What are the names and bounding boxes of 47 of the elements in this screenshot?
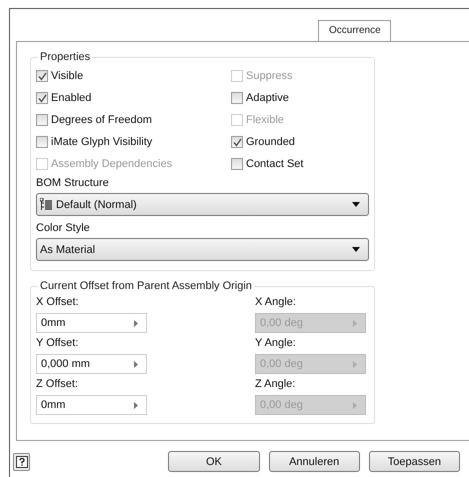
checkbox-label: Enabled	[51, 92, 92, 104]
checkbox[interactable]	[36, 114, 48, 126]
field-label: Z Angle:	[255, 378, 296, 392]
checkbox[interactable]	[231, 158, 243, 170]
field-label: X Offset:	[36, 296, 80, 310]
play-arrow-icon	[134, 360, 138, 368]
play-arrow-icon	[353, 402, 357, 408]
help-icon	[16, 456, 28, 468]
checkbox[interactable]	[231, 92, 243, 104]
dialog-button[interactable]: Toepassen	[368, 451, 460, 472]
input-field[interactable]: 0mm	[36, 395, 147, 415]
structure-icon	[40, 198, 53, 211]
checkbox[interactable]	[36, 92, 48, 104]
checkbox-label: Adaptive	[246, 92, 289, 104]
checkbox-label: Contact Set	[246, 158, 304, 170]
checkbox[interactable]	[231, 136, 243, 148]
dialog-button[interactable]: Annuleren	[268, 451, 360, 472]
play-arrow-icon	[353, 360, 357, 368]
field-label: X Angle:	[255, 296, 297, 310]
dropdown-arrow-icon	[352, 202, 360, 207]
field-label: Color Style	[36, 222, 91, 236]
field-label: Y Angle:	[255, 337, 297, 351]
dialog-button[interactable]: OK	[168, 451, 260, 472]
input-field[interactable]: 0,000 mm	[36, 354, 147, 374]
checkbox-label: Assembly Dependencies	[51, 158, 172, 170]
group-title: Properties	[39, 51, 92, 63]
checkbox-label: Flexible	[246, 114, 284, 126]
input-field[interactable]: 0mm	[36, 313, 147, 333]
field-label: BOM Structure	[36, 177, 110, 191]
group-title: Current Offset from Parent Assembly Origin	[39, 280, 253, 292]
field-label: Y Offset:	[36, 337, 80, 351]
checkbox-label: Suppress	[246, 70, 292, 82]
checkbox[interactable]	[36, 70, 48, 82]
dropdown-arrow-icon	[352, 247, 360, 252]
help-button[interactable]	[13, 452, 30, 470]
dropdown[interactable]: As Material	[36, 238, 369, 261]
field-label: Z Offset:	[36, 378, 79, 392]
dropdown[interactable]: Default (Normal)	[36, 193, 369, 216]
checkbox-label: iMate Glyph Visibility	[51, 136, 152, 148]
checkbox-label: Grounded	[246, 136, 295, 148]
tab[interactable]: Occurrence	[318, 20, 391, 41]
play-arrow-icon	[134, 402, 138, 408]
checkbox[interactable]	[36, 136, 48, 148]
checkbox-label: Degrees of Freedom	[51, 114, 152, 126]
play-arrow-icon	[134, 320, 138, 326]
checkbox-label: Visible	[51, 70, 84, 82]
play-arrow-icon	[353, 320, 357, 326]
